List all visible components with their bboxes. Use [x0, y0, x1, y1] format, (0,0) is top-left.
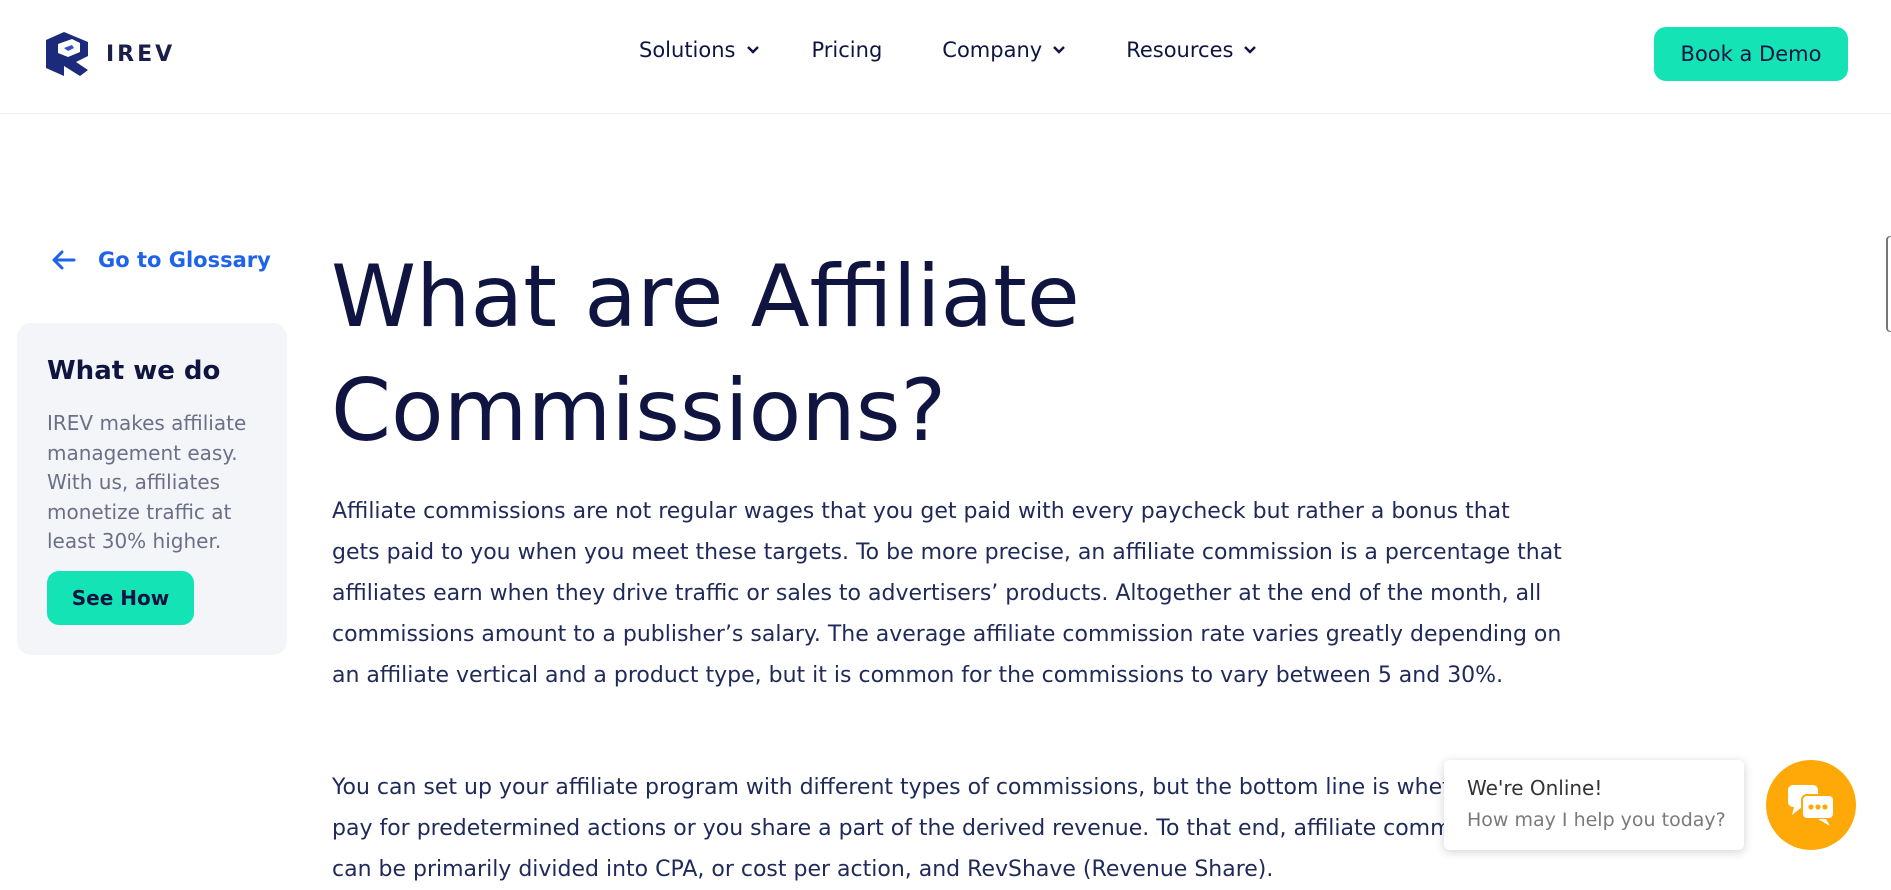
article-paragraph: Affiliate commissions are not regular wa…: [332, 499, 1562, 688]
main-nav: Solutions Pricing Company Resources: [639, 38, 1309, 62]
nav-solutions[interactable]: Solutions: [639, 38, 760, 62]
chat-title: We're Online!: [1467, 776, 1603, 800]
scroll-edge-tab[interactable]: [1886, 236, 1891, 332]
chat-launcher-button[interactable]: [1766, 760, 1856, 850]
nav-company[interactable]: Company: [942, 38, 1066, 62]
nav-pricing[interactable]: Pricing: [812, 38, 883, 62]
arrow-left-icon: [52, 250, 76, 270]
site-header: IREV Solutions Pricing Company Resources…: [0, 0, 1891, 114]
chevron-down-icon: [1244, 46, 1257, 54]
chat-subtitle: How may I help you today?: [1467, 809, 1726, 831]
chevron-down-icon: [746, 46, 759, 54]
nav-resources-label: Resources: [1126, 38, 1234, 62]
book-demo-button[interactable]: Book a Demo: [1654, 27, 1848, 81]
nav-company-label: Company: [942, 38, 1043, 62]
chat-bubbles-icon: [1788, 785, 1835, 826]
go-to-glossary-label: Go to Glossary: [98, 248, 271, 272]
nav-pricing-label: Pricing: [811, 38, 883, 62]
logo-text: IREV: [106, 41, 176, 67]
card-title: What we do: [47, 356, 221, 386]
card-text: IREV makes affiliate management easy. Wi…: [47, 411, 247, 553]
nav-solutions-label: Solutions: [639, 38, 736, 62]
logo[interactable]: IREV: [44, 32, 175, 76]
chevron-down-icon: [1053, 46, 1066, 54]
see-how-button[interactable]: See How: [47, 571, 194, 625]
article-paragraph: You can set up your affiliate program wi…: [332, 775, 1535, 882]
irev-logo-icon: [46, 32, 88, 76]
go-to-glossary-link[interactable]: Go to Glossary: [50, 248, 271, 272]
page-title: What are Affiliate Commissions?: [331, 247, 1080, 461]
what-we-do-card: What we do IREV makes affiliate manageme…: [17, 323, 287, 655]
nav-resources[interactable]: Resources: [1126, 38, 1257, 62]
chat-greeting-bubble[interactable]: We're Online! How may I help you today?: [1444, 760, 1744, 850]
